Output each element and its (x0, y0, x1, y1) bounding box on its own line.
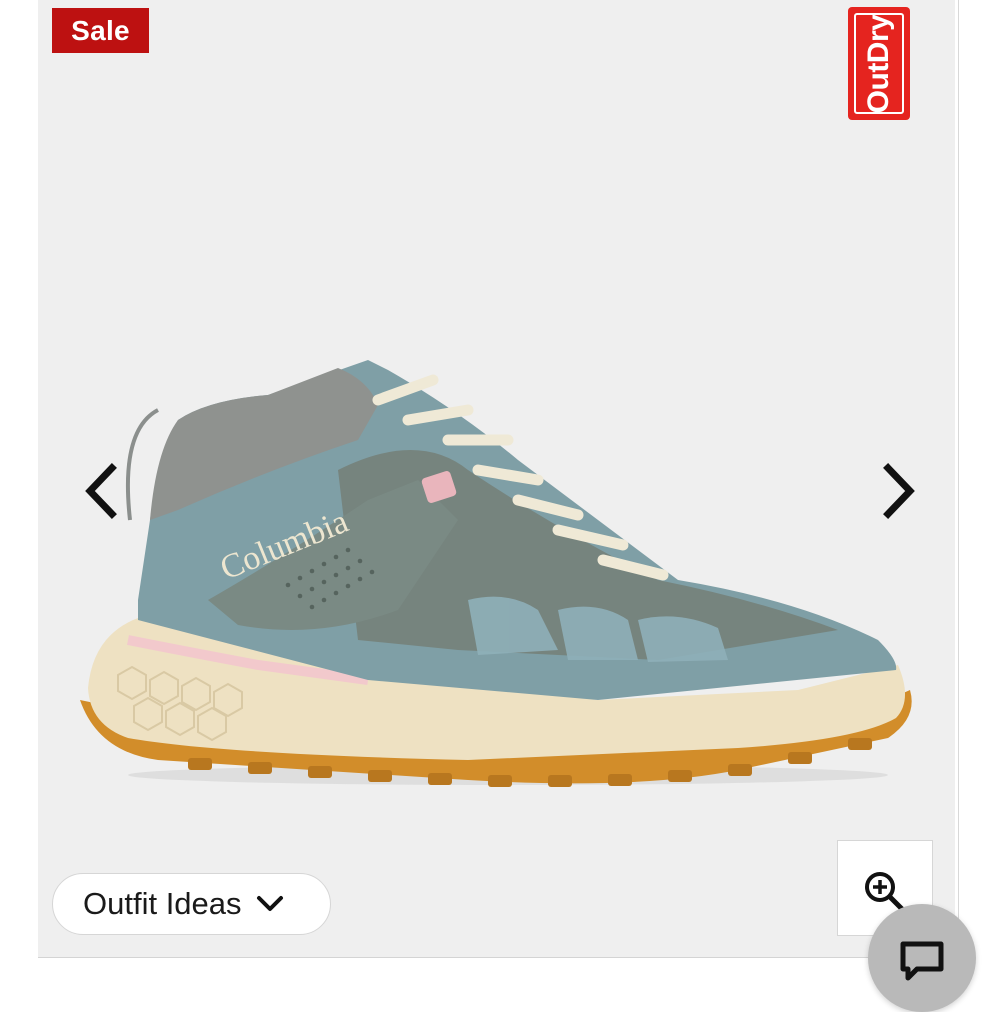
product-image[interactable]: Columbia (38, 0, 955, 958)
outdry-logo-text: OutDry (862, 14, 895, 113)
gallery-right-divider (958, 0, 959, 960)
outdry-logo: OutDry (848, 7, 910, 120)
sale-badge: Sale (52, 8, 149, 53)
chat-button[interactable] (868, 904, 976, 1012)
next-image-button[interactable] (876, 462, 920, 520)
chat-bubble-icon (900, 941, 944, 981)
previous-image-button[interactable] (80, 462, 124, 520)
sale-badge-label: Sale (71, 14, 130, 46)
chevron-down-icon (256, 896, 283, 911)
chevron-right-icon (883, 463, 915, 519)
chevron-left-icon (85, 463, 117, 519)
outfit-ideas-label: Outfit Ideas (83, 886, 242, 921)
product-image-gallery: Columbia Sale OutDry Outfit Ideas (38, 0, 955, 958)
outdry-logo-frame: OutDry (854, 13, 904, 114)
outfit-ideas-button[interactable]: Outfit Ideas (52, 873, 331, 935)
gallery-bottom-divider (38, 957, 959, 958)
